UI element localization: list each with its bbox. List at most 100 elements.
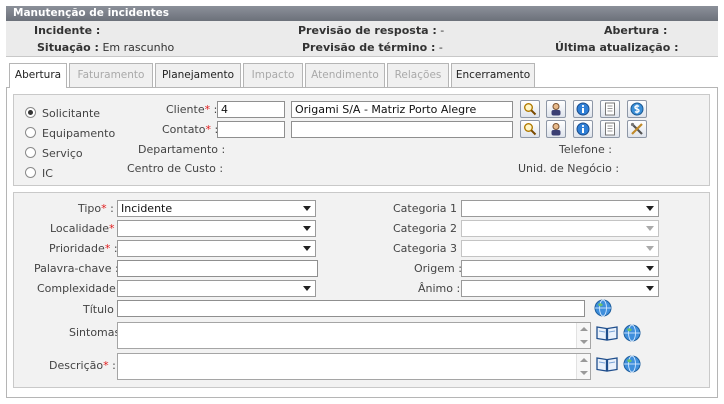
incident-info-header: Incidente : Previsão de resposta : - Abe… — [6, 21, 718, 57]
categoria2-select[interactable] — [461, 220, 659, 237]
cliente-info-button[interactable] — [573, 100, 593, 118]
search-icon — [524, 123, 537, 136]
radio-equipamento[interactable] — [25, 127, 36, 138]
chevron-down-icon — [303, 206, 311, 211]
categoria2-label: Categoria 2 : — [393, 222, 465, 235]
prioridade-select[interactable] — [117, 240, 316, 257]
contato-name-input[interactable] — [291, 121, 513, 138]
complexidade-select[interactable] — [117, 280, 316, 297]
radio-servico[interactable] — [25, 147, 36, 158]
origem-select[interactable] — [461, 260, 659, 277]
contato-tools-button[interactable] — [627, 120, 647, 138]
palavra-chave-label: Palavra-chave : — [34, 262, 119, 275]
person-icon — [551, 123, 561, 136]
palavra-chave-input[interactable] — [117, 260, 318, 277]
tab-encerramento[interactable]: Encerramento — [451, 63, 535, 87]
money-icon — [630, 102, 644, 116]
localidade-select[interactable] — [117, 220, 316, 237]
radio-ic-label: IC — [42, 167, 53, 180]
tab-relacoes[interactable]: Relações — [387, 63, 449, 87]
categoria1-label: Categoria 1 : — [393, 202, 465, 215]
tools-icon — [630, 122, 643, 135]
radio-servico-label: Serviço — [42, 147, 83, 160]
tab-impacto[interactable]: Impacto — [243, 63, 303, 87]
cliente-code-input[interactable]: 4 — [217, 101, 285, 118]
chevron-down-icon — [303, 226, 311, 231]
ultima-atualizacao-label: Última atualização : — [555, 41, 679, 54]
previsao-termino-value: - — [438, 41, 443, 54]
globe-icon[interactable] — [623, 355, 641, 373]
abertura-label: Abertura : — [604, 24, 668, 37]
previsao-resposta: Previsão de resposta : - — [298, 24, 444, 37]
info-icon — [576, 102, 590, 116]
tab-planejamento[interactable]: Planejamento — [155, 63, 241, 87]
book-icon[interactable] — [596, 324, 618, 342]
contato-label: Contato* : — [162, 123, 218, 136]
cliente-label: Cliente* : — [166, 103, 218, 116]
document-icon — [605, 122, 615, 136]
chevron-down-icon — [646, 226, 654, 231]
tab-abertura[interactable]: Abertura — [9, 63, 67, 88]
cliente-search-button[interactable] — [520, 100, 540, 118]
tab-bar: Abertura Faturamento Planejamento Impact… — [6, 63, 718, 88]
contato-search-button[interactable] — [520, 120, 540, 138]
radio-equipamento-label: Equipamento — [42, 127, 116, 140]
unid-negocio-label: Unid. de Negócio : — [518, 162, 620, 175]
search-icon — [524, 103, 537, 116]
chevron-down-icon — [646, 266, 654, 271]
radio-solicitante[interactable] — [25, 107, 36, 118]
document-icon — [605, 102, 615, 116]
globe-icon[interactable] — [623, 324, 641, 342]
scroll-up-icon — [580, 327, 588, 331]
scroll-down-icon — [580, 371, 588, 375]
previsao-termino-label: Previsão de término : — [302, 41, 436, 54]
tab-panel-abertura: Solicitante Equipamento Serviço IC Clien… — [6, 87, 718, 398]
previsao-termino: Previsão de término : - — [302, 41, 443, 54]
sintomas-scrollbar[interactable] — [576, 323, 590, 348]
contato-info-button[interactable] — [573, 120, 593, 138]
origem-label: Origem : — [414, 262, 462, 275]
tab-atendimento[interactable]: Atendimento — [305, 63, 385, 87]
categoria1-select[interactable] — [461, 200, 659, 217]
scroll-down-icon — [580, 340, 588, 344]
radio-ic[interactable] — [25, 167, 36, 178]
situacao-value: Em rascunho — [102, 41, 175, 54]
titulo-input[interactable] — [117, 300, 585, 317]
complexidade-label: Complexidade : — [37, 282, 123, 295]
contato-person-button[interactable] — [546, 120, 566, 138]
radio-solicitante-label: Solicitante — [42, 107, 101, 120]
localidade-label: Localidade* : — [50, 222, 122, 235]
categoria3-label: Categoria 3 : — [393, 242, 465, 255]
book-icon[interactable] — [596, 355, 618, 373]
prioridade-label: Prioridade* : — [49, 242, 118, 255]
previsao-resposta-label: Previsão de resposta : — [298, 24, 437, 37]
chevron-down-icon — [646, 286, 654, 291]
situacao-label: Situação : — [37, 41, 99, 54]
situacao: Situação : Em rascunho — [37, 41, 174, 54]
chevron-down-icon — [646, 246, 654, 251]
animo-select[interactable] — [461, 280, 659, 297]
animo-label: Ânimo : — [418, 282, 461, 295]
cliente-document-button[interactable] — [600, 100, 620, 118]
cliente-name-input[interactable]: Origami S/A - Matriz Porto Alegre — [291, 101, 513, 118]
previsao-resposta-value: - — [440, 24, 445, 37]
requester-group: Solicitante Equipamento Serviço IC Clien… — [13, 94, 710, 186]
tipo-label: Tipo* : — [78, 202, 114, 215]
chevron-down-icon — [303, 286, 311, 291]
departamento-label: Departamento : — [138, 143, 226, 156]
contato-document-button[interactable] — [600, 120, 620, 138]
sintomas-textarea[interactable] — [117, 322, 591, 349]
tab-faturamento[interactable]: Faturamento — [69, 63, 153, 87]
info-icon — [576, 122, 590, 136]
categoria3-select[interactable] — [461, 240, 659, 257]
cliente-money-button[interactable] — [627, 100, 647, 118]
contato-code-input[interactable] — [217, 121, 285, 138]
titulo-label: Título : — [83, 303, 122, 316]
cliente-person-button[interactable] — [546, 100, 566, 118]
descricao-scrollbar[interactable] — [576, 354, 590, 379]
tipo-select[interactable]: Incidente — [117, 200, 316, 217]
globe-icon[interactable] — [594, 299, 612, 317]
centro-custo-label: Centro de Custo : — [127, 162, 224, 175]
details-group: Tipo* : Localidade* : Prioridade* : Pala… — [13, 192, 710, 388]
descricao-textarea[interactable] — [117, 353, 591, 380]
